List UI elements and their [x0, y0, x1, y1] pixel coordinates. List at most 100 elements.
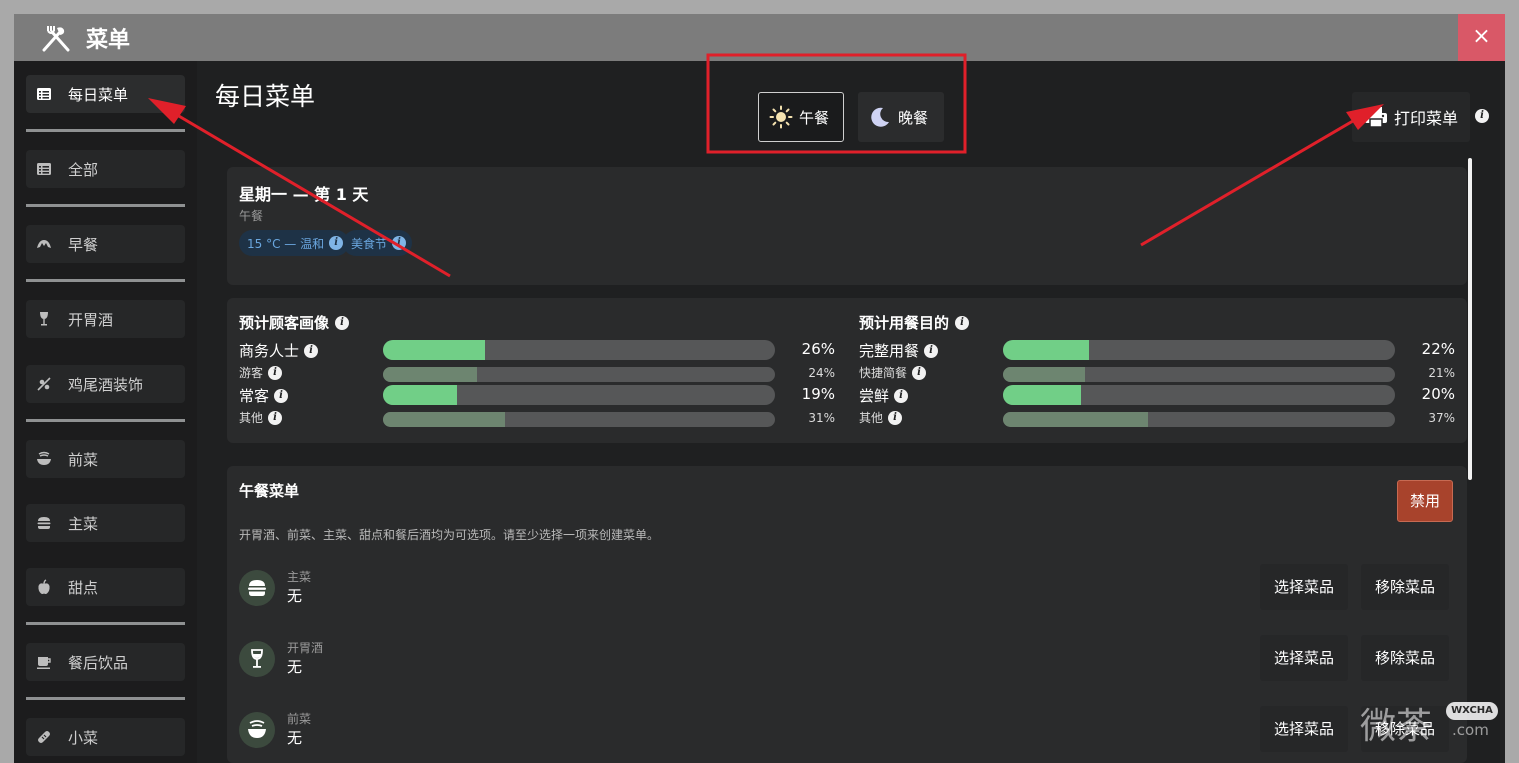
- sidebar-item-dessert[interactable]: 甜点: [26, 568, 185, 606]
- sidebar-item-all[interactable]: 全部: [26, 150, 185, 188]
- progress-track: [383, 412, 775, 427]
- stat-label-text: 常客: [239, 387, 270, 405]
- print-menu-button[interactable]: 打印菜单: [1352, 92, 1470, 142]
- course-icon: [239, 570, 275, 606]
- course-name: 主菜: [287, 570, 312, 584]
- progress-fill: [383, 367, 478, 382]
- remove-dish-button[interactable]: 移除菜品: [1361, 635, 1449, 681]
- disable-button[interactable]: 禁用: [1397, 480, 1453, 522]
- course-name: 前菜: [287, 712, 312, 726]
- info-icon[interactable]: i: [304, 343, 319, 358]
- wine-glass-icon: [40, 312, 48, 326]
- sun-icon: [769, 105, 793, 129]
- sidebar-divider: [26, 279, 185, 282]
- sidebar-item-label: 小菜: [68, 728, 99, 747]
- info-icon[interactable]: i: [329, 236, 344, 250]
- menu-description: 开胃酒、前菜、主菜、甜点和餐后酒均为可选项。请至少选择一项来创建菜单。: [239, 528, 660, 542]
- apple-icon: [38, 579, 50, 594]
- course-row-main: 主菜 无 选择菜品 移除菜品: [239, 564, 1459, 612]
- stat-label: 其他 i: [859, 409, 903, 426]
- lunch-label: 午餐: [799, 108, 830, 127]
- progress-track: [383, 367, 775, 382]
- select-dish-button[interactable]: 选择菜品: [1260, 706, 1348, 752]
- garnish-icon: [37, 377, 51, 391]
- select-dish-button[interactable]: 选择菜品: [1260, 564, 1348, 610]
- weather-chip-label: 15 °C — 温和: [247, 236, 325, 251]
- info-icon[interactable]: i: [335, 315, 350, 330]
- sidebar-item-garnish[interactable]: 鸡尾酒装饰: [26, 365, 185, 403]
- info-icon[interactable]: i: [955, 315, 970, 330]
- info-icon[interactable]: i: [274, 388, 289, 403]
- remove-dish-button[interactable]: 移除菜品: [1361, 564, 1449, 610]
- stat-label-text: 其他: [859, 411, 884, 425]
- info-icon[interactable]: i: [888, 410, 903, 425]
- info-icon[interactable]: i: [912, 365, 927, 380]
- day-subtitle: 午餐: [239, 209, 264, 223]
- stat-percent: 26%: [801, 340, 835, 358]
- course-value: 无: [287, 587, 303, 605]
- stat-percent: 20%: [1421, 385, 1455, 403]
- close-button[interactable]: ×: [1458, 14, 1505, 61]
- progress-fill: [1003, 340, 1090, 360]
- sidebar-item-digestif[interactable]: 餐后饮品: [26, 643, 185, 681]
- stat-label: 游客 i: [239, 364, 283, 381]
- stat-label: 常客 i: [239, 385, 289, 406]
- info-icon[interactable]: i: [924, 343, 939, 358]
- title-bar: 菜单 ×: [14, 14, 1505, 61]
- progress-track: [383, 385, 775, 405]
- watermark-tag: WXCHA: [1446, 702, 1498, 720]
- sidebar-divider: [26, 697, 185, 700]
- sidebar-item-label: 甜点: [68, 578, 99, 597]
- sidebar-item-label: 开胃酒: [68, 310, 114, 329]
- croissant-icon: [37, 240, 51, 248]
- list-icon: [37, 163, 51, 175]
- sidebar-item-breakfast[interactable]: 早餐: [26, 225, 185, 263]
- stat-percent: 19%: [801, 385, 835, 403]
- info-icon[interactable]: i: [894, 388, 909, 403]
- sidebar-item-label: 早餐: [68, 235, 99, 254]
- weather-chip: 15 °C — 温和 i: [239, 230, 350, 256]
- progress-fill: [383, 340, 485, 360]
- course-value: 无: [287, 658, 303, 676]
- sidebar-item-appetizer[interactable]: 前菜: [26, 440, 185, 478]
- day-title: 星期一 — 第 1 天: [239, 185, 369, 204]
- watermark-domain: .com: [1452, 721, 1489, 739]
- bowl-icon: [248, 720, 266, 738]
- scrollbar[interactable]: [1468, 158, 1472, 480]
- stat-row: 尝鲜 i 20%: [859, 385, 1459, 405]
- info-icon[interactable]: i: [268, 410, 283, 425]
- dinner-label: 晚餐: [898, 108, 929, 127]
- stat-percent: 37%: [1428, 411, 1455, 425]
- forecast-stats-card: 预计顾客画像 i 预计用餐目的 i 商务人士 i 26% 游客 i 24% 常客 i 19% 其他…: [227, 298, 1467, 443]
- stat-row: 快捷简餐 i 21%: [859, 364, 1459, 384]
- main-panel: 每日菜单 午餐 晚餐 打印菜单 i 星期一 — 第 1 天 午餐 15 °C —…: [197, 61, 1505, 763]
- sidebar: 每日菜单 全部 早餐 开胃酒 鸡尾酒装饰 前菜 主菜 甜点 餐后饮品 小菜: [14, 61, 197, 763]
- course-name: 开胃酒: [287, 641, 324, 655]
- sidebar-item-side-dish[interactable]: 小菜: [26, 718, 185, 756]
- progress-fill: [1003, 412, 1149, 427]
- stat-row: 游客 i 24%: [239, 364, 839, 384]
- info-icon[interactable]: i: [268, 365, 283, 380]
- guest-profile-title: 预计顾客画像: [239, 314, 330, 332]
- burger-icon: [37, 517, 51, 529]
- stat-label: 其他 i: [239, 409, 283, 426]
- burger-icon: [248, 580, 266, 596]
- info-icon[interactable]: i: [1475, 109, 1489, 123]
- lunch-toggle-button[interactable]: 午餐: [758, 92, 844, 142]
- stat-label-text: 快捷简餐: [859, 366, 908, 380]
- dinner-toggle-button[interactable]: 晚餐: [858, 92, 944, 142]
- progress-fill: [1003, 385, 1082, 405]
- bowl-icon: [37, 451, 51, 465]
- sidebar-divider: [26, 622, 185, 625]
- stat-label-text: 其他: [239, 411, 264, 425]
- sidebar-item-main-course[interactable]: 主菜: [26, 504, 185, 542]
- info-icon[interactable]: i: [392, 236, 407, 250]
- bread-icon: [38, 731, 50, 743]
- watermark-logo: 微茶: [1360, 706, 1433, 747]
- print-menu-label: 打印菜单: [1394, 109, 1459, 128]
- sidebar-item-aperitif[interactable]: 开胃酒: [26, 300, 185, 338]
- sidebar-item-daily-menu[interactable]: 每日菜单: [26, 75, 185, 113]
- sidebar-divider: [26, 129, 185, 132]
- progress-fill: [1003, 367, 1086, 382]
- select-dish-button[interactable]: 选择菜品: [1260, 635, 1348, 681]
